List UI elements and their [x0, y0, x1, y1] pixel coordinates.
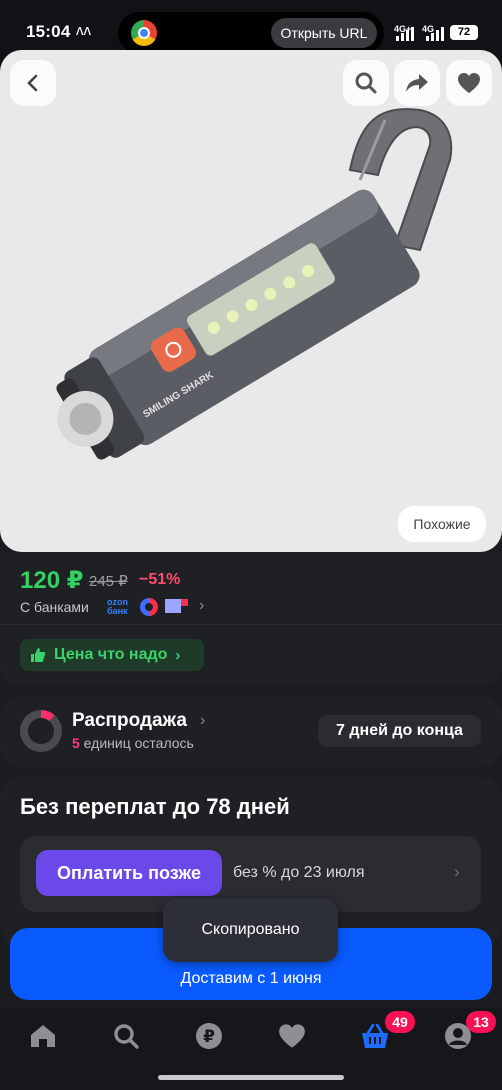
days-left-badge: 7 дней до конца — [318, 715, 481, 747]
banks-label[interactable]: С банками — [20, 599, 89, 615]
ruble-icon: ₽ — [196, 1023, 222, 1049]
good-price-label: Цена что надо — [54, 646, 168, 663]
profile-badge: 13 — [466, 1011, 496, 1033]
search-icon — [355, 72, 377, 94]
sale-progress-ring — [20, 710, 62, 752]
sale-title[interactable]: Распродажа — [72, 710, 187, 732]
chrome-icon[interactable] — [131, 20, 157, 46]
similar-button[interactable]: Похожие — [398, 506, 486, 542]
thumbs-up-icon — [31, 648, 46, 662]
tab-finance[interactable]: ₽ — [189, 1018, 229, 1054]
search-button[interactable] — [343, 60, 389, 106]
battery-indicator: 72 — [450, 25, 478, 40]
pay-later-button[interactable]: Оплатить позже — [36, 850, 222, 896]
good-price-badge[interactable]: Цена что надо › — [20, 639, 204, 671]
bank-logo-2 — [140, 598, 158, 616]
ozon-bank-logo: ozon банк — [107, 598, 128, 616]
units-left: 5 единиц осталось — [72, 735, 194, 751]
search-icon — [114, 1024, 139, 1049]
chevron-left-icon — [27, 74, 38, 92]
ozon-bank-logo-line2: банк — [107, 606, 128, 616]
activity-icon: ʌʌ — [76, 22, 91, 39]
bnpl-description: без % до 23 июля — [233, 864, 365, 881]
open-url-button[interactable]: Открыть URL — [271, 18, 377, 48]
units-text: единиц осталось — [79, 735, 194, 751]
bnpl-title: Без переплат до 78 дней — [20, 794, 290, 819]
chevron-right-icon[interactable]: › — [199, 597, 204, 615]
status-time: 15:04 — [26, 22, 71, 41]
signal-icon-2 — [426, 27, 444, 41]
chevron-right-icon[interactable]: › — [200, 712, 205, 730]
tab-home[interactable] — [23, 1018, 63, 1054]
cart-badge: 49 — [385, 1011, 415, 1033]
heart-icon — [279, 1024, 305, 1048]
cta-subtitle: Доставим с 1 июня — [180, 970, 322, 987]
units-count: 5 — [72, 735, 80, 751]
heart-icon — [458, 73, 480, 93]
old-price: 245 ₽ — [89, 573, 128, 590]
svg-text:₽: ₽ — [203, 1027, 215, 1047]
share-arrow-icon — [406, 74, 428, 92]
home-icon — [31, 1025, 55, 1047]
back-button[interactable] — [10, 60, 56, 106]
share-button[interactable] — [394, 60, 440, 106]
signal-icon — [396, 27, 414, 41]
divider — [0, 624, 502, 625]
current-price: 120 ₽ — [20, 567, 84, 594]
bank-logo-3 — [165, 599, 188, 613]
tab-favorites[interactable] — [272, 1018, 312, 1054]
product-image[interactable]: SMILING SHARK — [0, 50, 502, 552]
favorite-button[interactable] — [446, 60, 492, 106]
tab-search[interactable] — [106, 1018, 146, 1054]
chevron-right-icon[interactable]: › — [454, 862, 460, 882]
copied-toast: Скопировано — [163, 898, 338, 962]
chevron-right-icon: › — [175, 646, 181, 664]
flashlight-illustration: SMILING SHARK — [56, 108, 453, 460]
discount-badge: −51% — [139, 571, 181, 588]
home-indicator — [158, 1075, 344, 1080]
